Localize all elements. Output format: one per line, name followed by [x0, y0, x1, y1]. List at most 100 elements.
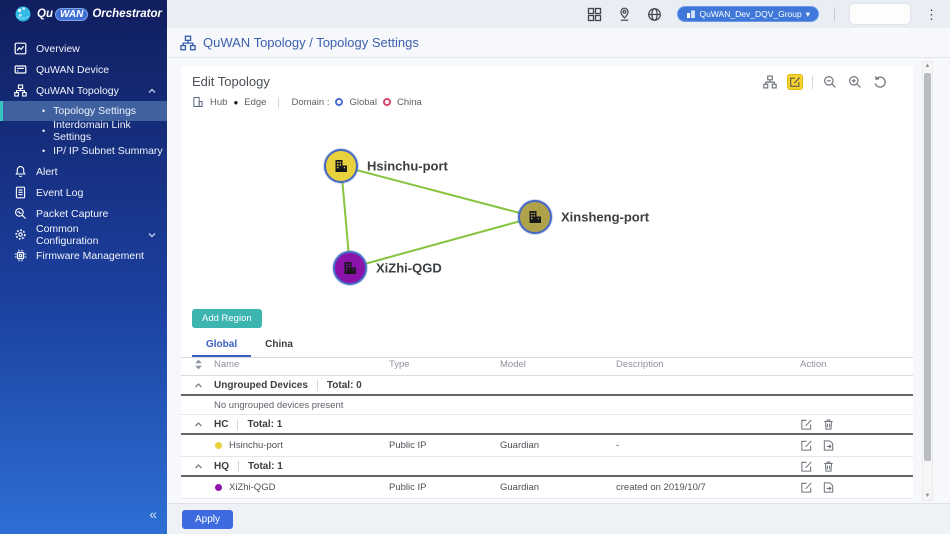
collapse-group-icon[interactable] [193, 461, 204, 472]
device-actions [800, 439, 913, 452]
sidebar-item-overview[interactable]: Overview [0, 38, 167, 59]
sidebar-subitem-label: Interdomain Link Settings [53, 119, 167, 143]
col-header-model: Model [500, 359, 616, 370]
group-total: Total: 1 [238, 461, 283, 472]
collapse-group-icon[interactable] [193, 380, 204, 391]
group-actions [800, 460, 913, 473]
dropdown-arrow-icon: ▾ [806, 9, 810, 20]
group-name: Ungrouped Devices [214, 380, 308, 391]
devices-table: Name Type Model Description Action Ungro… [181, 354, 913, 499]
topbar: QuWAN_Dev_DQV_Group ▾ ⋮ [167, 0, 950, 28]
sidebar-item-interdomain-link-settings[interactable]: Interdomain Link Settings [0, 121, 167, 141]
empty-group-row: No ungrouped devices present [181, 396, 913, 415]
main-content: QuWAN Topology / Topology Settings Edit … [167, 28, 950, 534]
sidebar-item-quwan-device[interactable]: QuWAN Device [0, 59, 167, 80]
topology-node-hsinchu-port[interactable]: Hsinchu-port [324, 149, 358, 183]
group-actions [800, 418, 913, 431]
sidebar-nav: Overview QuWAN Device QuWAN Topology [0, 38, 167, 266]
packet-capture-magnifier-icon [13, 207, 27, 221]
edit-topology-card: Edit Topology [181, 66, 913, 500]
edit-device-icon[interactable] [800, 439, 813, 452]
building-icon [333, 158, 349, 174]
sidebar-collapse-button[interactable]: « [149, 506, 157, 522]
organization-group-dropdown[interactable]: QuWAN_Dev_DQV_Group ▾ [677, 6, 819, 22]
sidebar-item-label: Common Configuration [36, 223, 138, 247]
chevron-up-icon[interactable] [147, 86, 157, 96]
col-header-description: Description [616, 359, 800, 370]
building-icon [342, 260, 358, 276]
empty-message: No ungrouped devices present [214, 400, 389, 411]
device-row-hsinchu-port[interactable]: Hsinchu-port Public IP Guardian - [181, 435, 913, 457]
add-region-button[interactable]: Add Region [192, 309, 262, 328]
device-model: Guardian [500, 482, 616, 493]
move-device-icon[interactable] [822, 439, 835, 452]
sidebar-item-label: Packet Capture [36, 208, 108, 220]
sort-icon[interactable] [193, 359, 204, 370]
sidebar-item-ip-subnet-summary[interactable]: IP/ IP Subnet Summary [0, 141, 167, 161]
sidebar-item-label: QuWAN Topology [36, 85, 119, 97]
topology-map-canvas[interactable]: Hsinchu-port Xinsheng-port XiZhi-QGD [181, 66, 913, 306]
topology-node-label: Xinsheng-port [561, 210, 649, 225]
sidebar-item-label: Event Log [36, 187, 83, 199]
globe-logo-icon [14, 5, 32, 23]
device-status-dot [215, 442, 222, 449]
sidebar-subitem-label: Topology Settings [53, 105, 136, 117]
device-description: - [616, 440, 800, 451]
sidebar-item-event-log[interactable]: Event Log [0, 182, 167, 203]
device-status-dot [215, 484, 222, 491]
overview-chart-icon [13, 42, 27, 56]
edit-device-icon[interactable] [800, 481, 813, 494]
col-header-action: Action [800, 359, 913, 370]
collapse-group-icon[interactable] [193, 419, 204, 430]
device-description: created on 2019/10/7 [616, 482, 800, 493]
sidebar-item-firmware-management[interactable]: Firmware Management [0, 245, 167, 266]
sidebar-item-label: Firmware Management [36, 250, 144, 262]
topology-node-label: XiZhi-QGD [376, 261, 442, 276]
scroll-up-arrow[interactable]: ▲ [923, 63, 932, 69]
topology-sitemap-icon [13, 84, 27, 98]
more-options-kebab-icon[interactable]: ⋮ [925, 8, 938, 21]
apply-button[interactable]: Apply [182, 510, 233, 529]
topology-node-label: Hsinchu-port [367, 159, 448, 174]
scroll-down-arrow[interactable]: ▼ [923, 493, 932, 499]
move-device-icon[interactable] [822, 481, 835, 494]
sidebar-item-label: Overview [36, 43, 80, 55]
device-row-xizhi-qgd[interactable]: XiZhi-QGD Public IP Guardian created on … [181, 477, 913, 499]
sidebar-item-label: Alert [36, 166, 58, 178]
sidebar-item-common-configuration[interactable]: Common Configuration [0, 224, 167, 245]
footer-bar: Apply [167, 503, 950, 534]
org-icon [686, 9, 696, 19]
sidebar-item-packet-capture[interactable]: Packet Capture [0, 203, 167, 224]
breadcrumb-title: QuWAN Topology / Topology Settings [203, 35, 419, 50]
vertical-scrollbar[interactable]: ▲ ▼ [922, 61, 933, 501]
app-title: QuWANOrchestrator [37, 8, 162, 21]
topology-node-xizhi-qgd[interactable]: XiZhi-QGD [333, 251, 367, 285]
group-row-hc: HC Total: 1 [181, 415, 913, 435]
edit-group-icon[interactable] [800, 460, 813, 473]
sidebar-item-quwan-topology[interactable]: QuWAN Topology [0, 80, 167, 101]
language-globe-icon[interactable] [647, 7, 662, 22]
user-location-icon[interactable] [617, 7, 632, 22]
device-icon [13, 63, 27, 77]
delete-group-icon[interactable] [822, 460, 835, 473]
account-name-area[interactable] [850, 4, 910, 24]
table-header-row: Name Type Model Description Action [181, 354, 913, 376]
delete-group-icon[interactable] [822, 418, 835, 431]
chevron-down-icon[interactable] [147, 230, 157, 240]
sidebar-item-alert[interactable]: Alert [0, 161, 167, 182]
scrollbar-thumb[interactable] [924, 73, 931, 461]
device-type: Public IP [389, 482, 500, 493]
col-header-name: Name [214, 359, 389, 370]
group-name: HC [214, 419, 228, 430]
col-header-type: Type [389, 359, 500, 370]
app-logo: QuWANOrchestrator [0, 0, 167, 28]
chip-icon [13, 249, 27, 263]
topology-node-xinsheng-port[interactable]: Xinsheng-port [518, 200, 552, 234]
topbar-divider [834, 7, 835, 21]
sidebar-item-topology-settings[interactable]: Topology Settings [0, 101, 167, 121]
edit-group-icon[interactable] [800, 418, 813, 431]
app-grid-icon[interactable] [587, 7, 602, 22]
page-header: QuWAN Topology / Topology Settings [167, 28, 950, 58]
device-model: Guardian [500, 440, 616, 451]
page-topology-icon [180, 35, 196, 51]
